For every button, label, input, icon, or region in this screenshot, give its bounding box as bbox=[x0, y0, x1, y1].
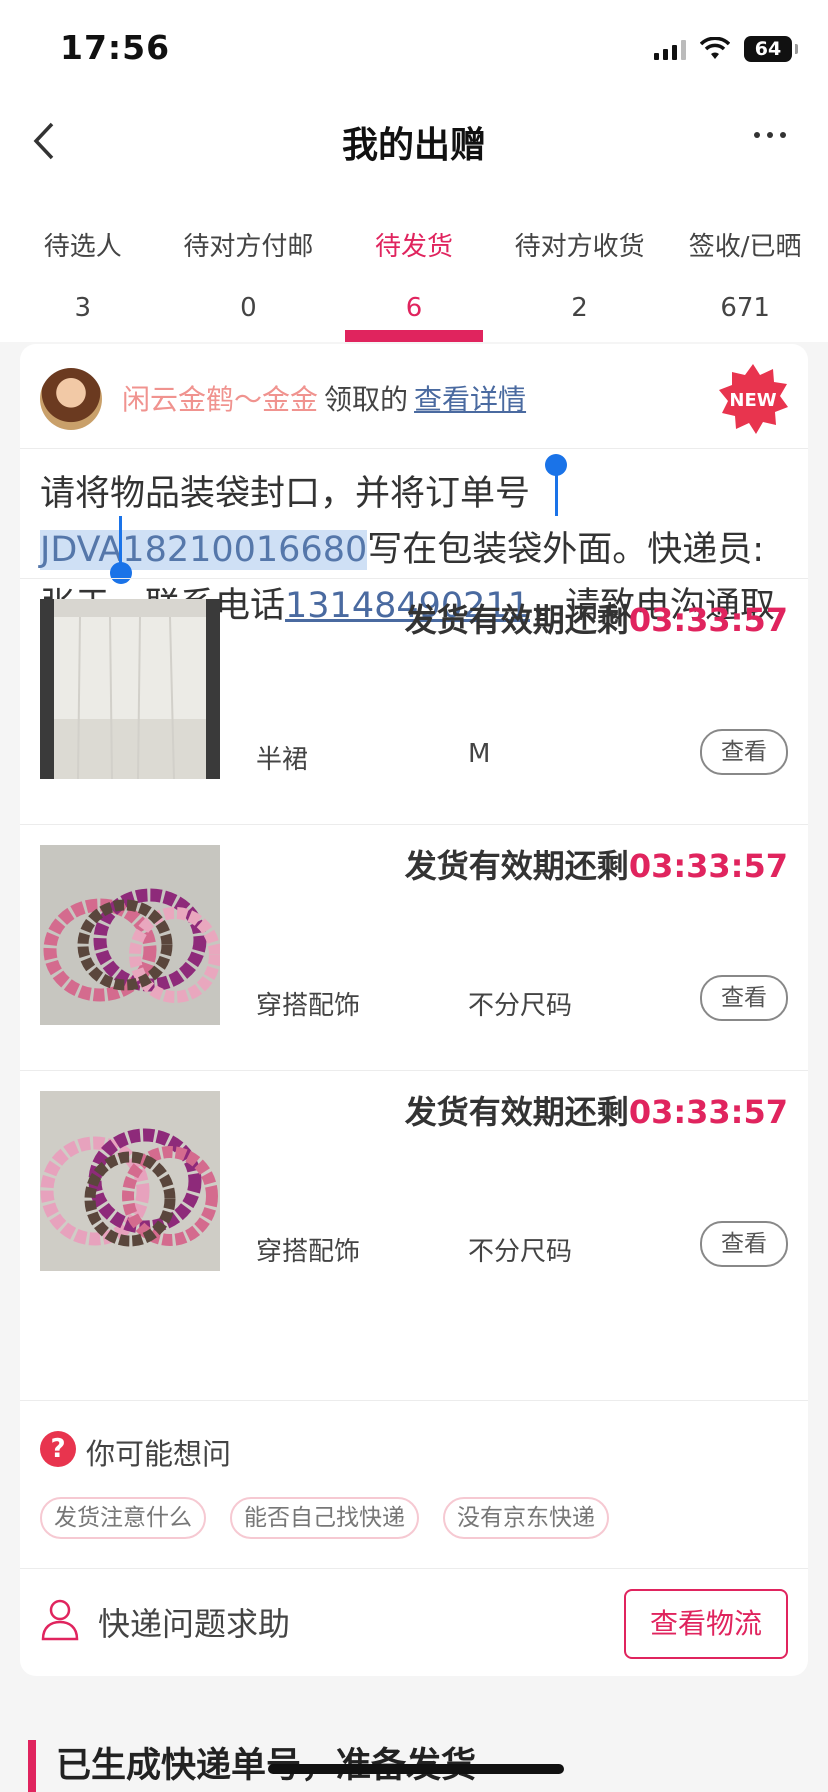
product-image-bracelet[interactable] bbox=[40, 1091, 220, 1271]
tab-label: 签收/已晒 bbox=[688, 232, 802, 262]
faq-chips: 发货注意什么 能否自己找快递 没有京东快递 bbox=[40, 1497, 609, 1539]
status-icons: 64 bbox=[654, 34, 798, 64]
deadline-countdown: 03:33:57 bbox=[628, 1093, 788, 1131]
order-number[interactable]: JDVA18210016680 bbox=[40, 530, 368, 570]
tab-count: 3 bbox=[74, 293, 92, 323]
deadline-label: 发货有效期还剩 bbox=[404, 847, 629, 885]
courier-help-row: 快递问题求助 查看物流 bbox=[20, 1568, 808, 1676]
shipping-deadline: 发货有效期还剩03:33:57 bbox=[405, 595, 788, 641]
list-item: 发货有效期还剩03:33:57 穿搭配饰 不分尺码 查看 bbox=[20, 1070, 808, 1317]
question-icon: ? bbox=[40, 1431, 76, 1467]
deadline-label: 发货有效期还剩 bbox=[404, 1093, 629, 1131]
tab-label: 待发货 bbox=[374, 232, 453, 262]
item-size: 不分尺码 bbox=[468, 1237, 573, 1267]
new-badge-icon: NEW bbox=[719, 364, 788, 434]
order-card: 闲云金鹤～金金 领取的 查看详情 NEW 请将物品装袋封口，并将订单号 JDVA182… bbox=[20, 344, 808, 1676]
selection-end-caret bbox=[119, 516, 122, 568]
faq-chip[interactable]: 发货注意什么 bbox=[40, 1497, 206, 1539]
deadline-countdown: 03:33:57 bbox=[628, 601, 788, 639]
item-name: 穿搭配饰 bbox=[256, 1237, 361, 1267]
tab-count: 6 bbox=[405, 293, 423, 323]
new-badge-text: NEW bbox=[729, 390, 776, 411]
faq-title: 你可能想问 bbox=[86, 1437, 232, 1471]
receiver-text: 闲云金鹤～金金 领取的 查看详情 bbox=[122, 378, 526, 418]
faq-section: ? 你可能想问 发货注意什么 能否自己找快递 没有京东快递 bbox=[20, 1400, 808, 1569]
faq-chip[interactable]: 没有京东快递 bbox=[443, 1497, 609, 1539]
item-size: 不分尺码 bbox=[468, 991, 573, 1021]
shipping-deadline: 发货有效期还剩03:33:57 bbox=[405, 1087, 788, 1133]
receiver-row: 闲云金鹤～金金 领取的 查看详情 NEW bbox=[20, 344, 808, 449]
tab-count: 0 bbox=[240, 293, 257, 323]
list-item: 发货有效期还剩03:33:57 穿搭配饰 不分尺码 查看 bbox=[20, 824, 808, 1071]
item-name: 穿搭配饰 bbox=[256, 991, 361, 1021]
more-options-icon[interactable] bbox=[754, 132, 786, 138]
battery-icon: 64 bbox=[744, 36, 798, 62]
item-size: M bbox=[468, 739, 491, 769]
wifi-icon bbox=[700, 37, 730, 59]
avatar[interactable] bbox=[40, 368, 102, 430]
tab-count: 671 bbox=[720, 293, 770, 323]
faq-chip[interactable]: 能否自己找快递 bbox=[230, 1497, 419, 1539]
shipping-deadline: 发货有效期还剩03:33:57 bbox=[405, 841, 788, 887]
page-title: 我的出赠 bbox=[341, 125, 486, 166]
view-button[interactable]: 查看 bbox=[700, 729, 788, 775]
tab-signed[interactable]: 签收/已晒 671 bbox=[662, 186, 828, 342]
tab-label: 待对方收货 bbox=[514, 232, 645, 262]
view-button[interactable]: 查看 bbox=[700, 1221, 788, 1267]
status-bar: 17:56 64 bbox=[0, 0, 828, 96]
tab-count: 2 bbox=[571, 293, 588, 323]
tab-pending-select[interactable]: 待选人 3 bbox=[0, 186, 166, 342]
tab-pending-receive[interactable]: 待对方收货 2 bbox=[497, 186, 663, 342]
tab-label: 待对方付邮 bbox=[183, 232, 314, 262]
courier-help-label[interactable]: 快递问题求助 bbox=[98, 1599, 290, 1645]
deadline-countdown: 03:33:57 bbox=[628, 847, 788, 885]
status-tabs: 待选人 3 待对方付邮 0 待发货 6 待对方收货 2 签收/已晒 671 bbox=[0, 186, 828, 342]
instruction-text: 请将物品装袋封口，并将订单号 bbox=[40, 474, 531, 514]
view-logistics-button[interactable]: 查看物流 bbox=[624, 1589, 788, 1659]
tab-label: 待选人 bbox=[43, 232, 122, 262]
product-image-skirt[interactable] bbox=[40, 599, 220, 779]
selection-start-caret bbox=[555, 468, 558, 516]
nav-bar: 我的出赠 bbox=[0, 96, 828, 186]
cellular-signal-icon bbox=[654, 38, 686, 60]
tab-pending-postage[interactable]: 待对方付邮 0 bbox=[166, 186, 332, 342]
item-name: 半裙 bbox=[256, 745, 309, 775]
tab-pending-ship[interactable]: 待发货 6 bbox=[331, 186, 497, 342]
home-indicator[interactable] bbox=[268, 1764, 564, 1774]
status-time: 17:56 bbox=[60, 28, 171, 67]
list-item: 发货有效期还剩03:33:57 半裙 M 查看 bbox=[20, 578, 808, 825]
view-details-link[interactable]: 查看详情 bbox=[414, 383, 526, 416]
view-button[interactable]: 查看 bbox=[700, 975, 788, 1021]
product-image-bracelet[interactable] bbox=[40, 845, 220, 1025]
receiver-name[interactable]: 闲云金鹤～金金 bbox=[122, 383, 318, 416]
deadline-label: 发货有效期还剩 bbox=[404, 601, 629, 639]
person-icon bbox=[41, 1599, 79, 1641]
receiver-verb: 领取的 bbox=[324, 383, 409, 416]
